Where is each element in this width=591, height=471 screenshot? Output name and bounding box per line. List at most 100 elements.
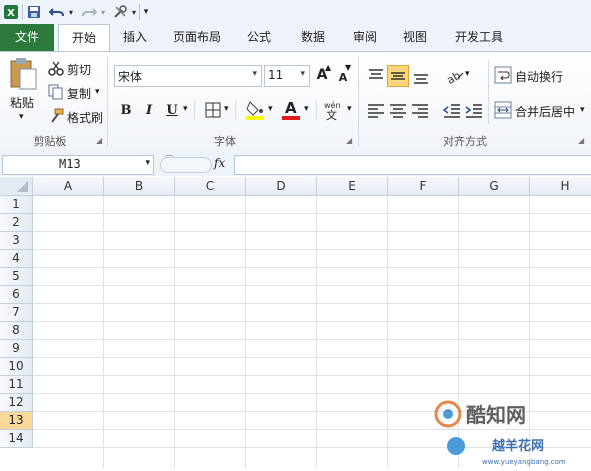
column-header-c[interactable]: C <box>175 177 246 196</box>
font-color-icon[interactable]: A <box>280 99 302 121</box>
tools-icon[interactable] <box>111 3 129 21</box>
tab-view[interactable]: 视图 <box>392 24 438 51</box>
wrap-text-button[interactable]: 自动换行 <box>515 68 563 85</box>
row-header-6[interactable]: 6 <box>0 286 33 304</box>
alignment-launcher-icon[interactable]: ◢ <box>578 137 586 145</box>
row-header-4[interactable]: 4 <box>0 250 33 268</box>
tab-home[interactable]: 开始 <box>58 24 110 52</box>
grid-horizontal-line <box>33 213 591 214</box>
align-middle-icon[interactable] <box>387 65 409 87</box>
clipboard-launcher-icon[interactable]: ◢ <box>96 137 104 145</box>
row-header-10[interactable]: 10 <box>0 358 33 376</box>
tab-file[interactable]: 文件 <box>0 24 54 51</box>
phonetic-dropdown-icon[interactable]: ▾ <box>347 104 352 114</box>
row-header-3[interactable]: 3 <box>0 232 33 250</box>
row-header-14[interactable]: 14 <box>0 430 33 448</box>
phonetic-guide-icon[interactable]: wén 文 <box>322 99 346 122</box>
name-box[interactable]: M13 ▾ <box>2 155 154 175</box>
clipboard-group-label: 剪贴板 <box>33 135 67 148</box>
font-name-combo[interactable]: 宋体 ▾ <box>114 65 262 87</box>
fill-color-icon[interactable] <box>244 99 266 121</box>
italic-button[interactable]: I <box>139 100 159 120</box>
redo-dropdown-icon[interactable]: ▾ <box>99 3 107 21</box>
align-center-icon[interactable] <box>388 100 408 120</box>
row-header-1[interactable]: 1 <box>0 196 33 214</box>
fill-color-dropdown-icon[interactable]: ▾ <box>268 104 273 114</box>
redo-icon[interactable] <box>80 3 98 21</box>
clipboard-paste-icon[interactable] <box>8 57 38 91</box>
save-icon[interactable] <box>26 3 42 21</box>
undo-icon[interactable] <box>48 3 66 21</box>
row-header-2[interactable]: 2 <box>0 214 33 232</box>
tab-review[interactable]: 审阅 <box>342 24 388 51</box>
paste-dropdown-icon[interactable]: ▾ <box>19 112 24 122</box>
orientation-dropdown-icon[interactable]: ▾ <box>465 69 470 79</box>
row-header-9[interactable]: 9 <box>0 340 33 358</box>
align-left-icon[interactable] <box>366 100 386 120</box>
column-header-b[interactable]: B <box>104 177 175 196</box>
font-color-dropdown-icon[interactable]: ▾ <box>304 104 309 114</box>
borders-icon[interactable] <box>204 101 222 119</box>
row-header-11[interactable]: 11 <box>0 376 33 394</box>
grid-vertical-line <box>174 196 175 468</box>
cut-button[interactable]: 剪切 <box>67 61 91 78</box>
column-header-a[interactable]: A <box>33 177 104 196</box>
copy-button[interactable]: 复制 <box>67 85 91 102</box>
row-header-12[interactable]: 12 <box>0 394 33 412</box>
row-header-8[interactable]: 8 <box>0 322 33 340</box>
column-header-e[interactable]: E <box>317 177 388 196</box>
format-painter-icon[interactable] <box>48 108 64 124</box>
ribbon: 粘贴 ▾ 剪切 复制 ▾ 格式刷 剪贴板 ◢ 宋体 ▾ 11 ▾ A ▲ A ▼… <box>0 51 591 153</box>
tab-page-layout[interactable]: 页面布局 <box>166 24 228 51</box>
align-right-icon[interactable] <box>410 100 430 120</box>
column-header-d[interactable]: D <box>246 177 317 196</box>
wrap-text-icon[interactable] <box>494 66 512 84</box>
divider <box>235 100 236 120</box>
row-header-5[interactable]: 5 <box>0 268 33 286</box>
divider <box>194 100 195 120</box>
select-all-corner[interactable] <box>0 177 33 196</box>
orientation-icon[interactable]: ab <box>444 66 466 87</box>
align-top-icon[interactable] <box>366 66 386 86</box>
font-size-combo[interactable]: 11 ▾ <box>264 65 310 87</box>
grid-horizontal-line <box>33 285 591 286</box>
bold-button[interactable]: B <box>116 100 136 120</box>
merge-center-icon[interactable] <box>494 101 512 119</box>
insert-function-button[interactable]: fx <box>214 156 232 172</box>
formula-input[interactable] <box>234 155 591 175</box>
collapse-dots-icon: ⁀ <box>165 156 174 167</box>
column-header-f[interactable]: F <box>388 177 459 196</box>
merge-dropdown-icon[interactable]: ▾ <box>580 105 585 115</box>
tab-developer[interactable]: 开发工具 <box>446 24 512 51</box>
row-header-7[interactable]: 7 <box>0 304 33 322</box>
tab-data[interactable]: 数据 <box>290 24 336 51</box>
increase-indent-icon[interactable] <box>464 100 484 120</box>
chevron-down-icon[interactable]: ▾ <box>145 158 150 168</box>
customize-qat-icon[interactable]: ▾ <box>141 3 151 21</box>
formula-bar-handle[interactable]: ⁀ <box>160 156 212 173</box>
underline-button[interactable]: U <box>162 100 182 120</box>
scissors-icon[interactable] <box>48 60 64 76</box>
font-launcher-icon[interactable]: ◢ <box>346 137 354 145</box>
svg-text:ab: ab <box>445 69 463 86</box>
borders-dropdown-icon[interactable]: ▾ <box>224 104 229 114</box>
tools-dropdown-icon[interactable]: ▾ <box>130 3 138 21</box>
grid-horizontal-line <box>33 231 591 232</box>
column-header-h[interactable]: H <box>530 177 591 196</box>
underline-dropdown-icon[interactable]: ▾ <box>183 104 188 114</box>
decrease-indent-icon[interactable] <box>442 100 462 120</box>
grid-horizontal-line <box>33 357 591 358</box>
format-painter-button[interactable]: 格式刷 <box>67 109 103 126</box>
paste-button[interactable]: 粘贴 <box>10 94 34 111</box>
align-bottom-icon[interactable] <box>411 66 431 86</box>
row-header-13[interactable]: 13 <box>0 412 33 430</box>
copy-dropdown-icon[interactable]: ▾ <box>95 87 100 97</box>
tab-insert[interactable]: 插入 <box>112 24 158 51</box>
column-header-g[interactable]: G <box>459 177 530 196</box>
excel-logo-icon[interactable]: X <box>3 3 19 21</box>
undo-dropdown-icon[interactable]: ▾ <box>67 3 75 21</box>
grid-vertical-line <box>103 196 104 468</box>
tab-formulas[interactable]: 公式 <box>236 24 282 51</box>
merge-center-button[interactable]: 合并后居中 <box>515 103 575 120</box>
copy-icon[interactable] <box>48 84 64 100</box>
